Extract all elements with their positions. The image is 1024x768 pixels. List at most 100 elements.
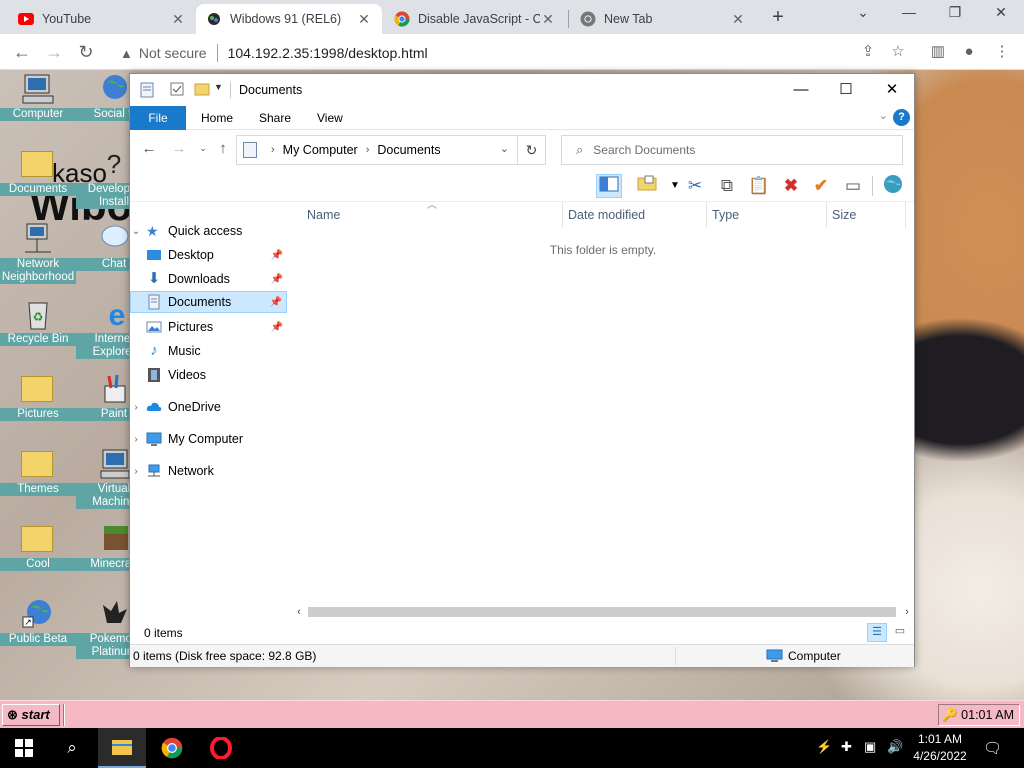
volume-icon[interactable]: 🔊	[887, 739, 903, 755]
new-folder-icon[interactable]	[194, 82, 210, 98]
rename-icon[interactable]: ▭	[840, 174, 866, 198]
column-divider[interactable]	[826, 202, 827, 228]
close-tab-icon[interactable]: ✕	[730, 11, 746, 28]
scroll-left-arrow-icon[interactable]: ‹	[292, 604, 306, 620]
nav-documents[interactable]: Documents 📌	[130, 291, 287, 313]
desktop-icon-documents[interactable]: Documents	[0, 145, 76, 215]
nav-quick-access[interactable]: ⌄ ★ Quick access	[130, 220, 287, 242]
close-tab-icon[interactable]: ✕	[356, 11, 372, 28]
opera-taskbar-icon[interactable]	[197, 728, 245, 768]
close-tab-icon[interactable]: ✕	[170, 11, 186, 28]
details-view-icon[interactable]: ☰	[867, 623, 887, 642]
nav-my-computer[interactable]: › My Computer	[130, 428, 287, 450]
file-explorer-taskbar-icon[interactable]	[98, 728, 146, 768]
pin-icon[interactable]: 📌	[271, 250, 283, 261]
restore-button[interactable]: ❐	[940, 4, 970, 21]
tab-disable-javascript[interactable]: Disable JavaScript - Chrome ✕	[384, 4, 566, 34]
close-tab-icon[interactable]: ✕	[540, 11, 556, 28]
pin-icon[interactable]: 📌	[271, 274, 283, 285]
nav-videos[interactable]: Videos	[130, 364, 287, 386]
scroll-right-arrow-icon[interactable]: ›	[900, 604, 914, 620]
pin-icon[interactable]: 📌	[271, 322, 283, 333]
column-divider[interactable]	[905, 202, 906, 228]
close-button[interactable]: ✕	[869, 78, 915, 102]
address-box[interactable]: › My Computer › Documents ⌄	[236, 135, 518, 165]
back-button[interactable]: ←	[10, 40, 34, 64]
desktop-icon-computer[interactable]: Computer	[0, 70, 76, 140]
globe-icon[interactable]	[880, 174, 906, 198]
tab-home[interactable]: Home	[187, 106, 247, 130]
desktop-icon-network[interactable]: Network Neighborhood	[0, 220, 76, 290]
tab-share[interactable]: Share	[245, 106, 305, 130]
address-dropdown-icon[interactable]: ⌄	[500, 142, 509, 155]
tab-view[interactable]: View	[303, 106, 357, 130]
system-clock[interactable]: 1:01 AM 4/26/2022	[908, 731, 972, 765]
notifications-icon[interactable]: 🗨	[983, 739, 1002, 757]
expand-chevron-icon[interactable]: ›	[130, 466, 142, 477]
column-divider[interactable]	[562, 202, 563, 228]
address-bar[interactable]: ▲ Not secure 104.192.2.35:1998/desktop.h…	[108, 39, 926, 67]
desktop-icon-pictures[interactable]: Pictures	[0, 370, 76, 440]
share-icon[interactable]: ⇪	[856, 40, 880, 64]
pin-icon[interactable]: 📌	[270, 297, 282, 308]
desktop-icon-recycle-bin[interactable]: ♻ Recycle Bin	[0, 295, 76, 365]
column-header-date[interactable]: Date modified	[568, 208, 645, 222]
profile-avatar-icon[interactable]: ●	[957, 40, 981, 64]
nav-network[interactable]: › Network	[130, 460, 287, 482]
tab-search-icon[interactable]: ⌄	[848, 4, 878, 21]
checkbox-icon[interactable]	[170, 82, 186, 98]
search-icon[interactable]: ⌕	[48, 728, 96, 768]
collapse-chevron-icon[interactable]: ⌄	[130, 226, 142, 237]
properties-folder-icon[interactable]	[634, 174, 660, 198]
security-shield-icon[interactable]: ✚	[841, 739, 852, 755]
nav-downloads[interactable]: ⬇ Downloads 📌	[130, 268, 287, 290]
minimize-button[interactable]: —	[778, 78, 824, 102]
nav-onedrive[interactable]: › OneDrive	[130, 396, 287, 418]
breadcrumb-item[interactable]: My Computer	[283, 143, 358, 157]
side-panel-icon[interactable]: ▥	[926, 40, 950, 64]
column-header-name[interactable]: Name	[307, 208, 340, 222]
breadcrumb-item[interactable]: Documents	[377, 143, 440, 157]
desktop-icon-public-beta[interactable]: ↗ Public Beta	[0, 595, 76, 665]
cut-icon[interactable]: ✂	[682, 174, 708, 198]
up-arrow-icon[interactable]: ↑	[214, 140, 232, 157]
desktop-icon-themes[interactable]: Themes	[0, 445, 76, 515]
windows-start-icon[interactable]	[0, 728, 48, 768]
scrollbar-thumb[interactable]	[308, 607, 896, 617]
chrome-taskbar-icon[interactable]	[148, 728, 196, 768]
recent-locations-icon[interactable]: ⌄	[194, 143, 212, 154]
tab-wibdows[interactable]: Wibdows 91 (REL6) ✕	[196, 4, 382, 34]
nav-pictures[interactable]: Pictures 📌	[130, 316, 287, 338]
horizontal-scrollbar[interactable]: ‹ ›	[292, 604, 914, 620]
ethernet-icon[interactable]: ▣	[864, 739, 876, 755]
back-arrow-icon[interactable]: ←	[140, 140, 158, 157]
tab-file[interactable]: File	[130, 106, 186, 130]
window-title-bar[interactable]: ▼ Documents — ☐ ✕	[130, 74, 914, 106]
maximize-button[interactable]: ☐	[823, 78, 869, 102]
desktop-icon-cool[interactable]: Cool	[0, 520, 76, 590]
file-list[interactable]: Name ︿ Date modified Type Size This fold…	[292, 200, 914, 644]
refresh-button[interactable]: ↻	[518, 135, 546, 165]
retro-clock[interactable]: 🔑 01:01 AM	[938, 704, 1020, 726]
column-header-size[interactable]: Size	[832, 208, 856, 222]
bookmark-star-icon[interactable]: ☆	[886, 40, 910, 64]
network-off-icon[interactable]: ⚡	[816, 739, 832, 755]
nav-music[interactable]: ♪ Music	[130, 340, 287, 362]
copy-icon[interactable]: ⧉	[714, 174, 740, 198]
document-properties-icon[interactable]	[140, 82, 156, 98]
expand-ribbon-icon[interactable]: ⌄	[879, 109, 888, 122]
checkmark-icon[interactable]: ✔	[808, 174, 834, 198]
column-header-type[interactable]: Type	[712, 208, 739, 222]
customize-quick-access-icon[interactable]: ▼	[214, 82, 230, 98]
delete-icon[interactable]: ✖	[778, 174, 804, 198]
menu-kebab-icon[interactable]: ⋮	[990, 40, 1014, 64]
breadcrumb-separator-icon[interactable]: ›	[366, 144, 370, 156]
new-tab-button[interactable]: +	[768, 6, 788, 29]
forward-arrow-icon[interactable]: →	[170, 140, 188, 157]
tab-youtube[interactable]: YouTube ✕	[8, 4, 196, 34]
help-button[interactable]: ?	[893, 109, 910, 126]
expand-chevron-icon[interactable]: ›	[130, 402, 142, 413]
preview-pane-icon[interactable]	[596, 174, 622, 198]
minimize-button[interactable]: —	[894, 4, 924, 20]
search-input[interactable]: ⌕ Search Documents	[561, 135, 903, 165]
